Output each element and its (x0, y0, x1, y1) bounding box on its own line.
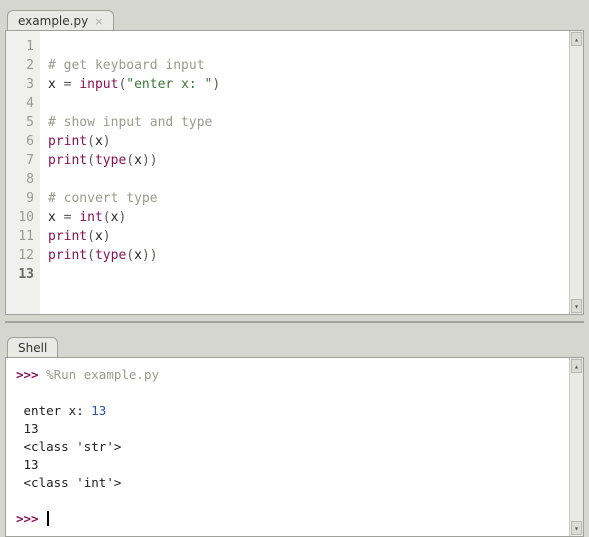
scroll-up-icon[interactable]: ▴ (571, 359, 582, 373)
shell-scrollbar[interactable]: ▴ ▾ (569, 358, 583, 536)
shell-tab-label: Shell (18, 341, 47, 355)
shell-panel: Shell >>> %Run example.py enter x: 13 13… (5, 333, 584, 537)
pane-divider[interactable] (5, 321, 584, 327)
shell-output[interactable]: >>> %Run example.py enter x: 13 13 <clas… (6, 358, 569, 536)
line-number-gutter: 12345678910111213 (6, 31, 40, 314)
editor-panel: example.py × 12345678910111213 # get key… (5, 6, 584, 315)
editor-scrollbar[interactable]: ▴ ▾ (569, 31, 583, 314)
scroll-down-icon[interactable]: ▾ (571, 521, 582, 535)
scroll-down-icon[interactable]: ▾ (571, 299, 582, 313)
shell-tab[interactable]: Shell (7, 337, 58, 357)
editor-tabbar: example.py × (5, 6, 584, 30)
editor-tab-label: example.py (18, 14, 88, 28)
editor-pane: 12345678910111213 # get keyboard input x… (5, 30, 584, 315)
shell-tabbar: Shell (5, 333, 584, 357)
close-icon[interactable]: × (94, 16, 103, 27)
shell-pane: >>> %Run example.py enter x: 13 13 <clas… (5, 357, 584, 537)
scroll-up-icon[interactable]: ▴ (571, 32, 582, 46)
code-editor[interactable]: # get keyboard input x = input("enter x:… (40, 31, 569, 314)
editor-tab[interactable]: example.py × (7, 10, 114, 30)
cursor (47, 511, 49, 526)
